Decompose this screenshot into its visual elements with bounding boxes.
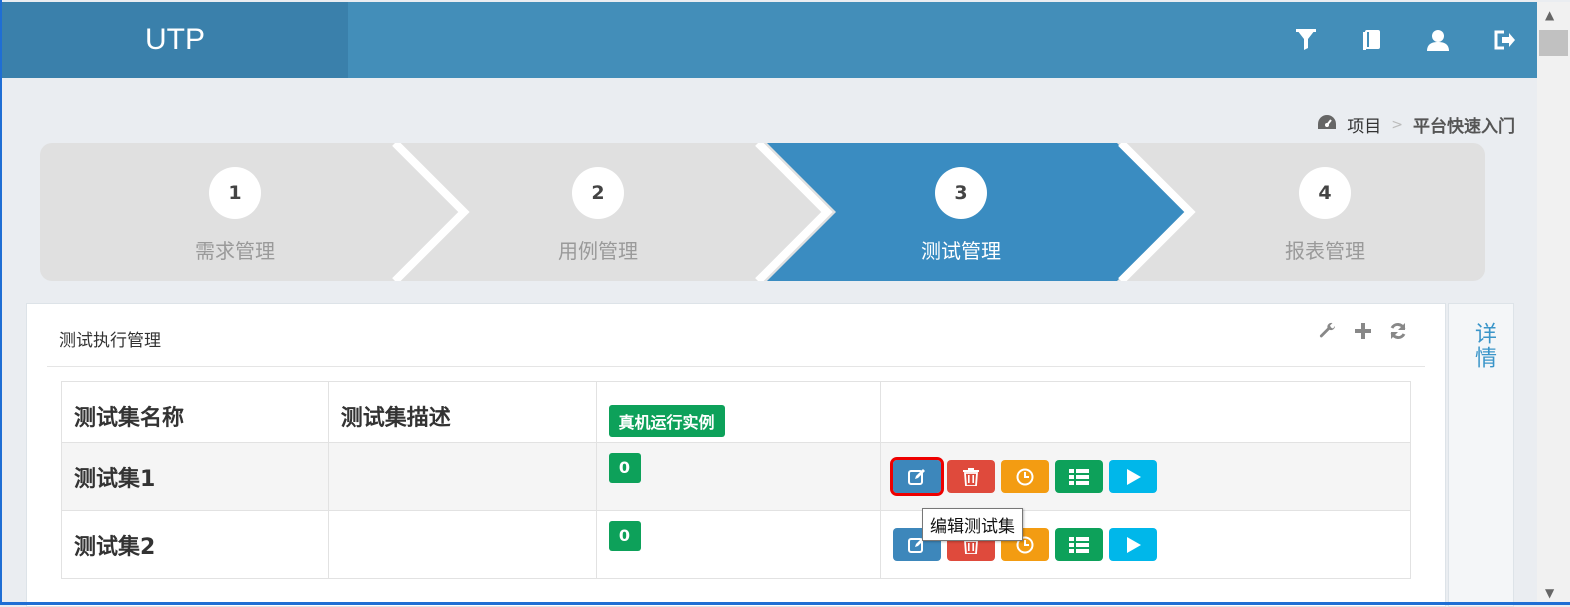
edit-icon — [908, 468, 926, 485]
case-list-button[interactable] — [1055, 460, 1104, 493]
filter-icon[interactable] — [1273, 2, 1339, 78]
cell-count: 0 — [595, 442, 882, 511]
step-label: 需求管理 — [195, 239, 275, 263]
scroll-up-arrow-icon[interactable]: ▲ — [1545, 8, 1554, 22]
refresh-icon[interactable] — [1389, 322, 1407, 344]
column-header-name[interactable]: 测试集名称 — [61, 381, 329, 443]
step-label: 报表管理 — [1285, 239, 1365, 263]
step-number: 1 — [209, 167, 261, 219]
clock-icon — [1016, 468, 1034, 485]
table-row[interactable]: 测试集1 0 — [61, 442, 1411, 511]
test-set-table: 测试集名称 测试集描述 真机运行实例 测试集1 0 测试集2 0 — [61, 381, 1411, 579]
column-header-device[interactable]: 真机运行实例 — [595, 381, 882, 443]
edit-button[interactable] — [890, 457, 945, 496]
wizard-step-2[interactable]: 2 用例管理 — [418, 143, 778, 281]
breadcrumb-home[interactable]: 项目 — [1347, 112, 1381, 137]
cell-name: 测试集1 — [61, 442, 329, 511]
cell-count: 0 — [595, 510, 882, 579]
test-set-desc — [329, 443, 596, 461]
step-label: 测试管理 — [921, 239, 1001, 263]
panel-header: 测试执行管理 — [47, 304, 1425, 367]
cell-desc — [327, 510, 597, 579]
play-icon — [1127, 536, 1142, 553]
cell-name: 测试集2 — [61, 510, 329, 579]
edit-tooltip: 编辑测试集 — [922, 508, 1023, 541]
user-icon[interactable] — [1405, 2, 1471, 78]
test-set-desc — [329, 511, 596, 529]
breadcrumb-separator: > — [1391, 116, 1403, 133]
play-icon — [1127, 468, 1142, 485]
vertical-scrollbar[interactable]: ▲ ▼ — [1537, 2, 1570, 602]
list-icon — [1069, 468, 1090, 485]
row-actions — [890, 457, 1410, 496]
test-set-name: 测试集2 — [74, 535, 156, 560]
step-number: 2 — [572, 167, 624, 219]
top-navbar: UTP — [2, 2, 1537, 78]
trash-icon — [963, 467, 980, 486]
schedule-button[interactable] — [1001, 460, 1050, 493]
delete-button[interactable] — [947, 460, 996, 493]
header-label: 测试集名称 — [74, 406, 185, 431]
cell-actions — [880, 442, 1411, 511]
window-left-border — [0, 0, 2, 605]
test-execution-panel: 测试执行管理 测试集名称 测试集描述 真机运行实例 测试集1 0 测试集2 0 — [26, 303, 1446, 607]
instance-count-badge: 0 — [608, 453, 641, 483]
step-number: 3 — [935, 167, 987, 219]
header-label: 测试集描述 — [340, 406, 451, 431]
table-row[interactable]: 测试集2 0 — [61, 510, 1411, 579]
column-header-actions — [880, 381, 1411, 443]
cell-desc — [327, 442, 597, 511]
table-header-row: 测试集名称 测试集描述 真机运行实例 — [61, 381, 1411, 443]
details-side-tab[interactable]: 详情 — [1448, 303, 1514, 607]
plus-icon[interactable] — [1355, 323, 1371, 343]
top-icon-group — [1273, 2, 1537, 78]
run-button[interactable] — [1109, 528, 1158, 561]
test-set-name: 测试集1 — [74, 467, 156, 492]
scrollbar-thumb[interactable] — [1539, 30, 1568, 56]
step-number: 4 — [1299, 167, 1351, 219]
panel-title: 测试执行管理 — [59, 331, 161, 351]
scroll-down-arrow-icon[interactable]: ▼ — [1545, 586, 1554, 600]
list-icon — [1069, 536, 1090, 553]
breadcrumb: 项目 > 平台快速入门 — [1317, 112, 1515, 137]
logout-icon[interactable] — [1471, 2, 1537, 78]
step-label: 用例管理 — [558, 239, 638, 263]
run-button[interactable] — [1109, 460, 1158, 493]
panel-tools — [1319, 322, 1407, 344]
case-list-button[interactable] — [1055, 528, 1104, 561]
details-tab-label: 详情 — [1471, 322, 1496, 370]
instance-count-badge: 0 — [608, 521, 641, 551]
brand-logo[interactable]: UTP — [2, 2, 348, 78]
device-instance-tag: 真机运行实例 — [608, 405, 725, 437]
wizard-step-4[interactable]: 4 报表管理 — [1145, 143, 1485, 281]
dashboard-icon — [1317, 114, 1337, 135]
column-header-desc[interactable]: 测试集描述 — [327, 381, 597, 443]
wizard-step-1[interactable]: 1 需求管理 — [55, 143, 415, 281]
breadcrumb-current: 平台快速入门 — [1413, 117, 1515, 137]
wrench-icon[interactable] — [1319, 322, 1337, 344]
wizard-step-3[interactable]: 3 测试管理 — [781, 143, 1141, 281]
step-wizard: 1 需求管理 2 用例管理 3 测试管理 4 报表管理 — [40, 143, 1485, 281]
book-icon[interactable] — [1339, 2, 1405, 78]
